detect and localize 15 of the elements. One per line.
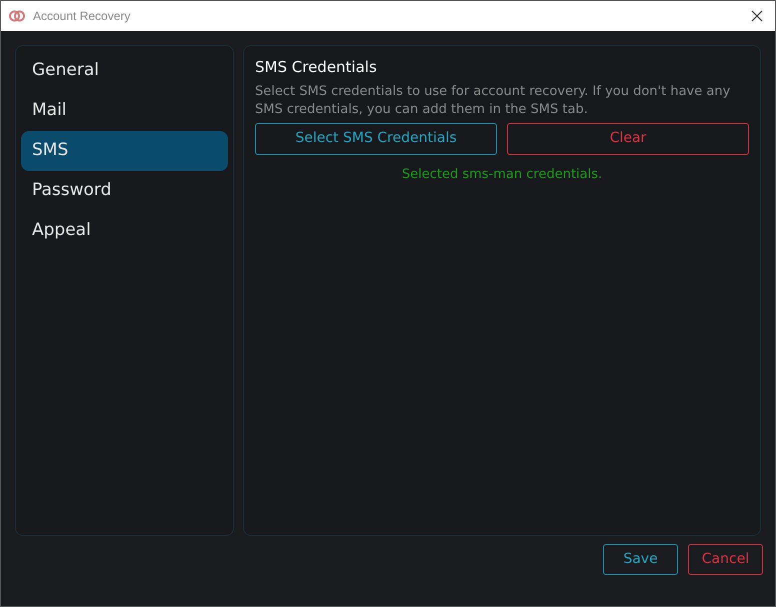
sidebar-item[interactable]: Appeal (21, 211, 228, 251)
clear-button[interactable]: Clear (507, 122, 749, 154)
sidebar-item[interactable]: Mail (21, 91, 228, 131)
cancel-button[interactable]: Cancel (688, 544, 763, 575)
sidebar-item[interactable]: General (21, 51, 228, 91)
select-button[interactable]: Select SMS Credentials (255, 122, 497, 154)
sidebar-item[interactable]: Password (21, 171, 228, 211)
close-icon[interactable] (751, 10, 763, 22)
window-title: Account Recovery (33, 8, 130, 25)
status-message: Selected sms-man credentials. (400, 166, 604, 184)
sidebar-item[interactable]: SMS (21, 131, 228, 171)
app-logo-icon (9, 10, 25, 22)
section-description: Select SMS credentials to use for account recovery. If you don't have any SMS credentials, you can add them in the SMS tab. (255, 82, 732, 118)
save-button[interactable]: Save (603, 544, 678, 575)
section-title: SMS Credentials (255, 57, 378, 78)
